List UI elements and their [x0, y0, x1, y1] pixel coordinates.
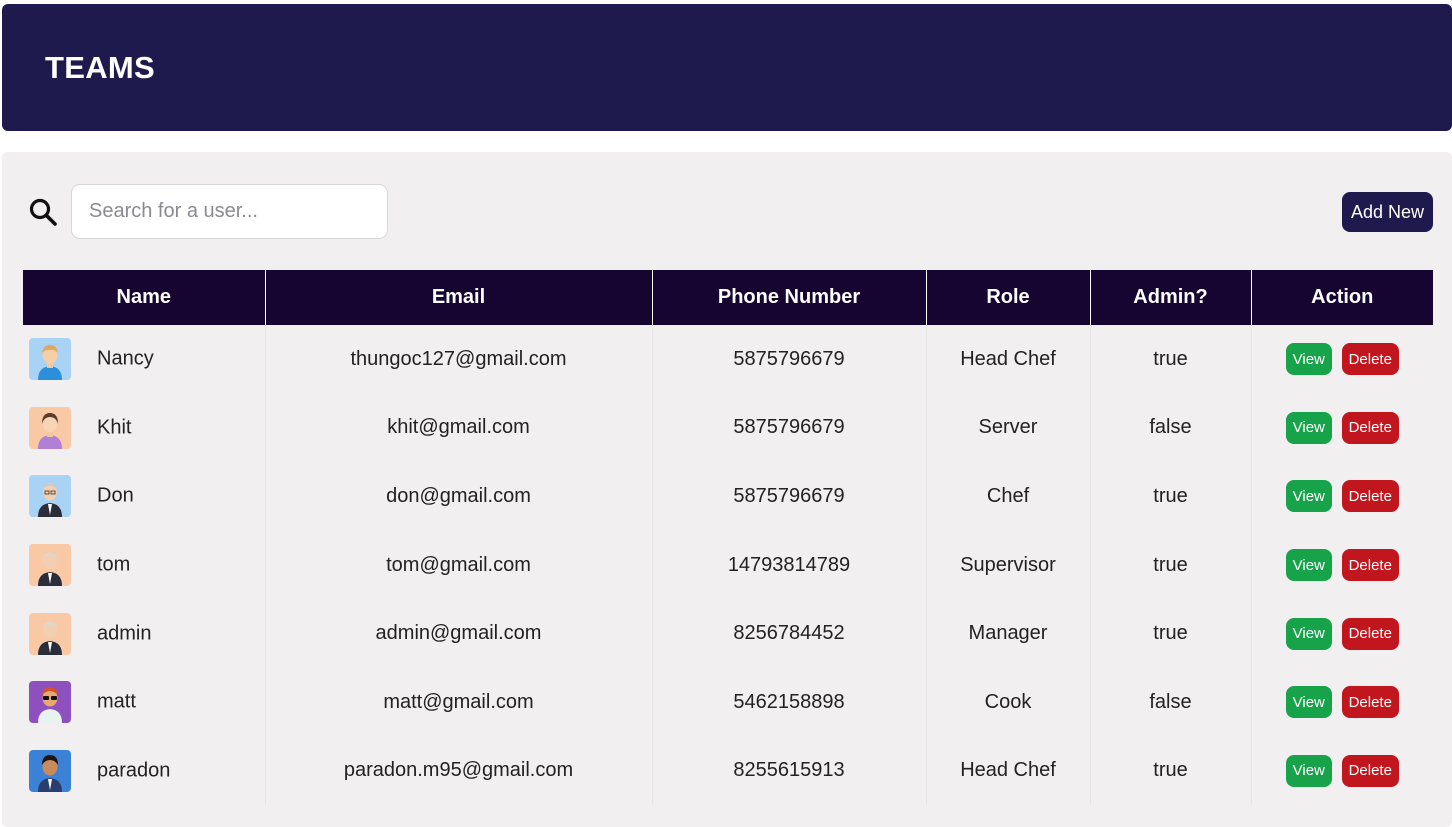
name-cell: Khit: [23, 393, 266, 463]
view-button[interactable]: View: [1285, 411, 1332, 444]
email-cell: admin@gmail.com: [265, 599, 653, 668]
page-header: TEAMS: [2, 4, 1452, 131]
avatar: [29, 612, 71, 655]
column-header-email[interactable]: Email: [265, 270, 653, 325]
role-cell: Server: [926, 393, 1091, 463]
phone-cell: 14793814789: [652, 530, 927, 600]
delete-button[interactable]: Delete: [1341, 549, 1399, 582]
column-header-action[interactable]: Action: [1251, 270, 1433, 325]
user-name: Don: [97, 484, 134, 507]
delete-button[interactable]: Delete: [1341, 686, 1399, 719]
role-cell: Cook: [926, 667, 1091, 737]
view-button[interactable]: View: [1285, 754, 1332, 787]
email-cell: matt@gmail.com: [265, 667, 653, 737]
name-cell: tom: [23, 530, 266, 600]
column-header-name[interactable]: Name: [23, 270, 266, 325]
admin-cell: true: [1090, 599, 1252, 668]
phone-cell: 5875796679: [652, 325, 927, 394]
search-input[interactable]: [71, 184, 388, 239]
column-header-role[interactable]: Role: [926, 270, 1091, 325]
user-name: admin: [97, 622, 152, 645]
admin-cell: true: [1090, 462, 1252, 531]
admin-cell: true: [1090, 530, 1252, 600]
view-button[interactable]: View: [1285, 549, 1332, 582]
avatar: [29, 475, 71, 518]
delete-button[interactable]: Delete: [1341, 480, 1399, 513]
column-header-admin[interactable]: Admin?: [1090, 270, 1252, 325]
name-cell: paradon: [23, 736, 266, 806]
email-cell: thungoc127@gmail.com: [265, 325, 653, 394]
avatar: [29, 338, 71, 381]
user-name: Nancy: [97, 347, 154, 370]
email-cell: khit@gmail.com: [265, 393, 653, 463]
view-button[interactable]: View: [1285, 617, 1332, 650]
admin-cell: true: [1090, 736, 1252, 806]
name-cell: Nancy: [23, 325, 266, 394]
admin-cell: false: [1090, 393, 1252, 463]
user-name: tom: [97, 553, 131, 576]
avatar: [29, 681, 71, 724]
name-cell: admin: [23, 599, 266, 668]
phone-cell: 5462158898: [652, 667, 927, 737]
page-title: TEAMS: [45, 50, 155, 85]
avatar: [29, 544, 71, 587]
role-cell: Head Chef: [926, 736, 1091, 806]
user-name: paradon: [97, 759, 171, 782]
role-cell: Head Chef: [926, 325, 1091, 394]
add-new-button[interactable]: Add New: [1342, 192, 1433, 232]
phone-cell: 5875796679: [652, 393, 927, 463]
name-cell: matt: [23, 667, 266, 737]
column-header-phone[interactable]: Phone Number: [652, 270, 927, 325]
user-name: Khit: [97, 416, 132, 439]
action-cell: View Delete: [1251, 599, 1433, 668]
search-icon[interactable]: [28, 197, 58, 227]
role-cell: Manager: [926, 599, 1091, 668]
phone-cell: 5875796679: [652, 462, 927, 531]
action-cell: View Delete: [1251, 737, 1433, 806]
phone-cell: 8256784452: [652, 599, 927, 668]
table-row: paradon paradon.m95@gmail.com 8255615913…: [23, 736, 1433, 806]
view-button[interactable]: View: [1285, 480, 1332, 513]
table-row: Nancy thungoc127@gmail.com 5875796679 He…: [23, 325, 1433, 394]
phone-cell: 8255615913: [652, 736, 927, 806]
role-cell: Supervisor: [926, 530, 1091, 600]
delete-button[interactable]: Delete: [1341, 617, 1399, 650]
team-panel: Add New Name Email Phone Number Role Adm…: [2, 152, 1452, 827]
view-button[interactable]: View: [1285, 343, 1332, 376]
action-cell: View Delete: [1251, 531, 1433, 600]
avatar: [29, 406, 71, 449]
admin-cell: true: [1090, 325, 1252, 394]
table-header-row: Name Email Phone Number Role Admin? Acti…: [23, 270, 1433, 325]
email-cell: tom@gmail.com: [265, 530, 653, 600]
name-cell: Don: [23, 462, 266, 531]
delete-button[interactable]: Delete: [1341, 411, 1399, 444]
action-cell: View Delete: [1251, 325, 1433, 394]
view-button[interactable]: View: [1285, 686, 1332, 719]
table-row: admin admin@gmail.com 8256784452 Manager…: [23, 599, 1433, 668]
action-cell: View Delete: [1251, 668, 1433, 737]
action-cell: View Delete: [1251, 462, 1433, 531]
admin-cell: false: [1090, 667, 1252, 737]
action-cell: View Delete: [1251, 394, 1433, 463]
avatar: [29, 749, 71, 792]
table-row: Don don@gmail.com 5875796679 Chef true V…: [23, 462, 1433, 531]
table-row: Khit khit@gmail.com 5875796679 Server fa…: [23, 393, 1433, 463]
email-cell: don@gmail.com: [265, 462, 653, 531]
table-row: tom tom@gmail.com 14793814789 Supervisor…: [23, 530, 1433, 600]
email-cell: paradon.m95@gmail.com: [265, 736, 653, 806]
team-table: Name Email Phone Number Role Admin? Acti…: [23, 270, 1433, 806]
role-cell: Chef: [926, 462, 1091, 531]
user-name: matt: [97, 690, 136, 713]
delete-button[interactable]: Delete: [1341, 343, 1399, 376]
delete-button[interactable]: Delete: [1341, 754, 1399, 787]
table-row: matt matt@gmail.com 5462158898 Cook fals…: [23, 667, 1433, 737]
